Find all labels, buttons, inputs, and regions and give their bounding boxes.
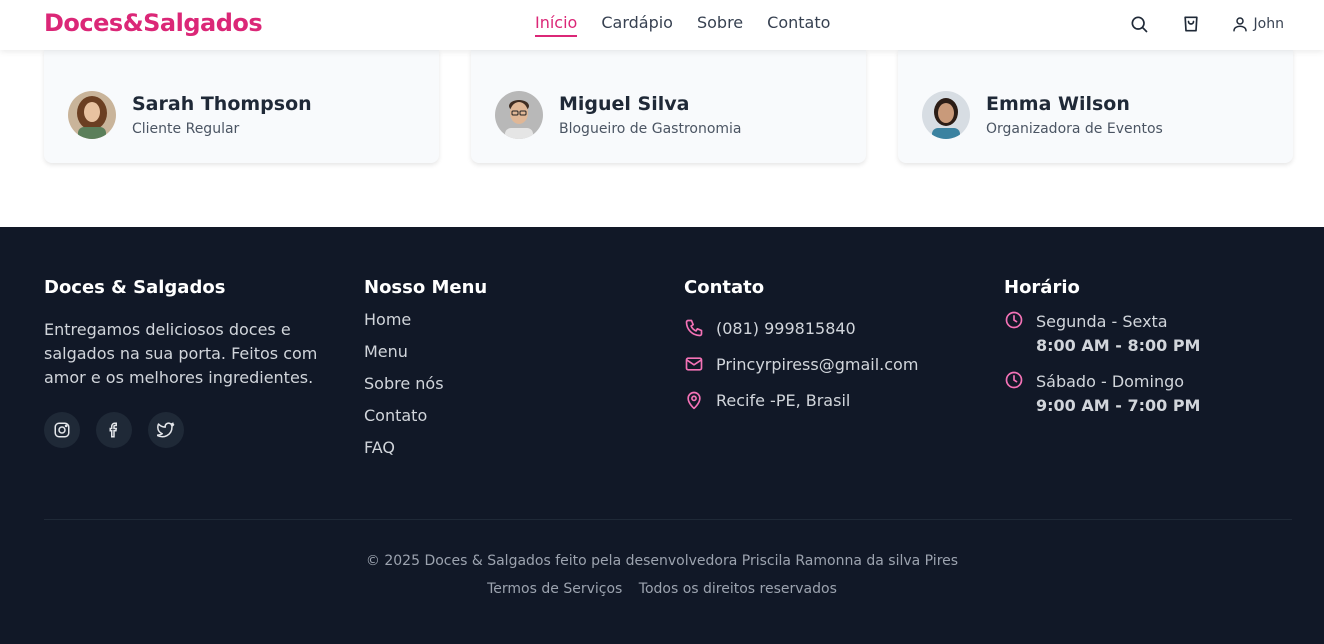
testimonial-role: Organizadora de Eventos <box>986 121 1163 137</box>
footer-link-contato[interactable]: Contato <box>364 406 487 438</box>
main-nav: Início Cardápio Sobre Contato <box>535 13 830 37</box>
shopping-bag-icon[interactable] <box>1179 12 1203 36</box>
footer-about-title: Doces & Salgados <box>44 277 226 298</box>
hours-weekend: Sábado - Domingo 9:00 AM - 7:00 PM <box>1004 370 1200 418</box>
user-menu[interactable]: John <box>1231 15 1284 33</box>
avatar <box>922 91 970 139</box>
footer-hours-title: Horário <box>1004 277 1080 298</box>
social-links <box>44 412 334 448</box>
footer-divider <box>44 519 1292 520</box>
footer-menu-title: Nosso Menu <box>364 277 488 298</box>
site-header: Doces&Salgados Início Cardápio Sobre Con… <box>0 0 1324 50</box>
phone-icon <box>685 319 703 337</box>
nav-link-inicio[interactable]: Início <box>535 13 578 37</box>
testimonial-card: Miguel Silva Blogueiro de Gastronomia <box>471 50 866 163</box>
clock-icon <box>1005 371 1023 389</box>
copyright: © 2025 Doces & Salgados feito pela desen… <box>365 553 959 569</box>
header-actions: John <box>1127 12 1284 36</box>
terms-link[interactable]: Termos de Serviços <box>487 581 622 597</box>
hours-weekdays-label: Segunda - Sexta <box>1036 312 1168 331</box>
footer-contact: Contato (081) 999815840 Princyrpiress@gm… <box>684 277 918 418</box>
brand-logo[interactable]: Doces&Salgados <box>44 9 263 37</box>
hours-weekdays: Segunda - Sexta 8:00 AM - 8:00 PM <box>1004 310 1200 358</box>
hours-weekdays-time: 8:00 AM - 8:00 PM <box>1036 336 1201 355</box>
mail-icon <box>685 357 703 371</box>
contact-location: Recife -PE, Brasil <box>684 382 918 418</box>
footer-link-faq[interactable]: FAQ <box>364 438 487 470</box>
nav-link-contato[interactable]: Contato <box>767 13 830 37</box>
avatar <box>495 91 543 139</box>
site-footer: Doces & Salgados Entregamos deliciosos d… <box>0 227 1324 644</box>
footer-link-home[interactable]: Home <box>364 310 487 342</box>
testimonial-name: Miguel Silva <box>559 93 690 115</box>
testimonial-role: Blogueiro de Gastronomia <box>559 121 742 137</box>
testimonial-name: Emma Wilson <box>986 93 1130 115</box>
testimonial-role: Cliente Regular <box>132 121 240 137</box>
instagram-icon[interactable] <box>44 412 80 448</box>
user-name: John <box>1253 16 1284 32</box>
testimonial-name: Sarah Thompson <box>132 93 312 115</box>
hours-weekend-label: Sábado - Domingo <box>1036 372 1185 391</box>
nav-link-sobre[interactable]: Sobre <box>697 13 743 37</box>
footer-contact-title: Contato <box>684 277 765 298</box>
contact-phone[interactable]: (081) 999815840 <box>684 310 918 346</box>
footer-hours: Horário Segunda - Sexta 8:00 AM - 8:00 P… <box>1004 277 1200 430</box>
user-icon <box>1232 17 1247 32</box>
map-pin-icon <box>687 391 701 410</box>
testimonial-card: Emma Wilson Organizadora de Eventos <box>898 50 1293 163</box>
contact-location-text: Recife -PE, Brasil <box>716 390 851 410</box>
search-icon[interactable] <box>1127 12 1151 36</box>
footer-link-menu[interactable]: Menu <box>364 342 487 374</box>
contact-email[interactable]: Princyrpiress@gmail.com <box>684 346 918 382</box>
testimonials: Sarah Thompson Cliente Regular Miguel Si… <box>44 50 1293 163</box>
contact-email-text: Princyrpiress@gmail.com <box>716 354 919 374</box>
footer-menu: Nosso Menu Home Menu Sobre nós Contato F… <box>364 277 487 470</box>
legal-links: Termos de Serviços Todos os direitos res… <box>0 581 1324 597</box>
testimonial-card: Sarah Thompson Cliente Regular <box>44 50 439 163</box>
hours-weekend-time: 9:00 AM - 7:00 PM <box>1036 396 1201 415</box>
rights-link[interactable]: Todos os direitos reservados <box>639 581 837 597</box>
footer-link-sobre-nos[interactable]: Sobre nós <box>364 374 487 406</box>
avatar <box>68 91 116 139</box>
twitter-icon[interactable] <box>148 412 184 448</box>
contact-phone-text: (081) 999815840 <box>716 318 856 338</box>
clock-icon <box>1005 311 1023 329</box>
footer-about: Doces & Salgados Entregamos deliciosos d… <box>44 277 334 448</box>
facebook-icon[interactable] <box>96 412 132 448</box>
footer-about-description: Entregamos deliciosos doces e salgados n… <box>44 320 318 387</box>
nav-link-cardapio[interactable]: Cardápio <box>601 13 673 37</box>
